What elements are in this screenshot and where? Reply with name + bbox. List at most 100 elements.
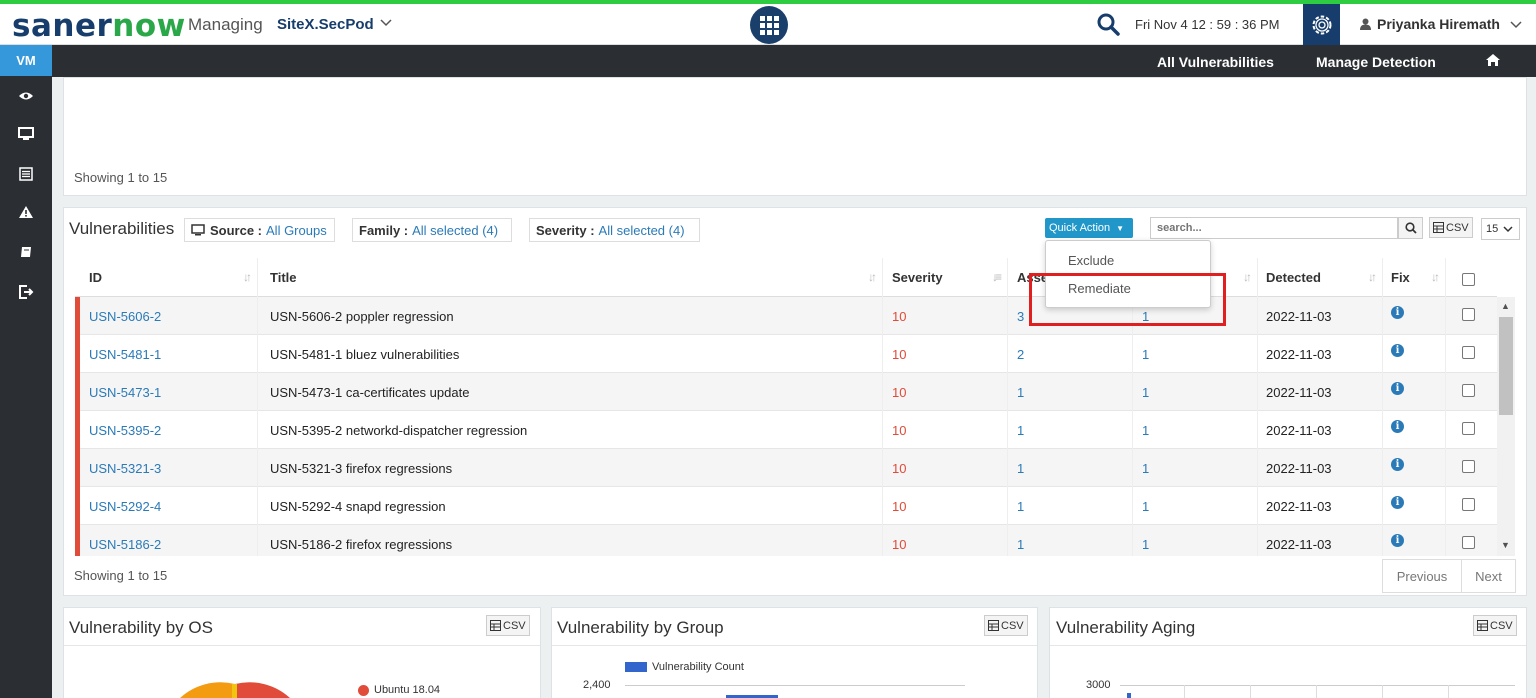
list-icon[interactable] bbox=[16, 164, 36, 184]
info-icon[interactable]: i bbox=[1391, 420, 1404, 433]
remediate-highlight bbox=[1029, 273, 1226, 326]
top-summary-panel bbox=[63, 77, 1527, 196]
settings-button[interactable] bbox=[1303, 4, 1340, 45]
row-checkbox[interactable] bbox=[1462, 384, 1475, 397]
table-row[interactable]: USN-5606-2 USN-5606-2 poppler regression 1… bbox=[75, 297, 1497, 335]
book-icon[interactable] bbox=[16, 242, 36, 262]
vuln-assets-link[interactable]: 1 bbox=[1008, 487, 1133, 525]
csv-export-button[interactable]: CSV bbox=[1429, 217, 1473, 238]
table-icon bbox=[1477, 620, 1488, 631]
fix-info[interactable]: i bbox=[1383, 525, 1446, 556]
vuln-assets-link[interactable]: 1 bbox=[1008, 525, 1133, 556]
page-size-select[interactable]: 15 bbox=[1481, 218, 1520, 240]
scroll-up-icon[interactable]: ▲ bbox=[1501, 301, 1510, 311]
vuln-id-link[interactable]: USN-5186-2 bbox=[75, 525, 258, 556]
source-filter[interactable]: Source : All Groups bbox=[184, 218, 335, 242]
vuln-assets-link[interactable]: 1 bbox=[1008, 449, 1133, 487]
aging-bar bbox=[1127, 693, 1131, 698]
vuln-severity: 10 bbox=[883, 487, 1008, 525]
severity-filter[interactable]: Severity : All selected (4) bbox=[529, 218, 700, 242]
vuln-id-link[interactable]: USN-5473-1 bbox=[75, 373, 258, 411]
vuln-assets-link[interactable]: 2 bbox=[1008, 335, 1133, 373]
fix-info[interactable]: i bbox=[1383, 449, 1446, 487]
csv-export-button[interactable]: CSV bbox=[984, 615, 1028, 636]
row-checkbox[interactable] bbox=[1462, 536, 1475, 549]
col-title[interactable]: Title ↓↑ bbox=[258, 258, 883, 297]
csv-export-button[interactable]: CSV bbox=[1473, 615, 1517, 636]
info-icon[interactable]: i bbox=[1391, 458, 1404, 471]
chevron-down-icon[interactable] bbox=[380, 15, 392, 31]
select-all-checkbox[interactable] bbox=[1462, 273, 1475, 286]
col-id[interactable]: ID ↓↑ bbox=[75, 258, 258, 297]
logout-icon[interactable] bbox=[16, 282, 36, 302]
info-icon[interactable]: i bbox=[1391, 534, 1404, 547]
nav-all-vulnerabilities[interactable]: All Vulnerabilities bbox=[1157, 54, 1274, 70]
vuln-id-link[interactable]: USN-5606-2 bbox=[75, 297, 258, 335]
vuln-groups-link[interactable]: 1 bbox=[1133, 373, 1258, 411]
gridline bbox=[1120, 685, 1515, 686]
vuln-groups-link[interactable]: 1 bbox=[1133, 411, 1258, 449]
sidebar-tab-vm[interactable]: VM bbox=[0, 45, 52, 76]
col-detected[interactable]: Detected ↓↑ bbox=[1258, 258, 1383, 297]
vuln-id-link[interactable]: USN-5292-4 bbox=[75, 487, 258, 525]
user-menu[interactable]: Priyanka Hiremath bbox=[1360, 16, 1522, 32]
row-checkbox[interactable] bbox=[1462, 346, 1475, 359]
scroll-down-icon[interactable]: ▼ bbox=[1501, 540, 1510, 550]
vuln-groups-link[interactable]: 1 bbox=[1133, 525, 1258, 556]
row-checkbox[interactable] bbox=[1462, 308, 1475, 321]
row-select bbox=[1446, 449, 1497, 487]
vuln-id-link[interactable]: USN-5395-2 bbox=[75, 411, 258, 449]
vuln-detected: 2022-11-03 bbox=[1258, 373, 1383, 411]
vuln-id-link[interactable]: USN-5321-3 bbox=[75, 449, 258, 487]
vuln-title: USN-5606-2 poppler regression bbox=[258, 297, 883, 335]
csv-export-button[interactable]: CSV bbox=[486, 615, 530, 636]
next-button[interactable]: Next bbox=[1461, 559, 1516, 593]
vuln-groups-link[interactable]: 1 bbox=[1133, 449, 1258, 487]
col-severity[interactable]: Severity ↓≡ bbox=[883, 258, 1008, 297]
table-row[interactable]: USN-5292-4 USN-5292-4 snapd regression 10 1… bbox=[75, 487, 1497, 525]
fix-info[interactable]: i bbox=[1383, 487, 1446, 525]
table-row[interactable]: USN-5321-3 USN-5321-3 firefox regressions… bbox=[75, 449, 1497, 487]
home-icon[interactable] bbox=[1485, 53, 1501, 70]
table-row[interactable]: USN-5186-2 USN-5186-2 firefox regressions… bbox=[75, 525, 1497, 556]
grid-col bbox=[1250, 685, 1251, 698]
row-checkbox[interactable] bbox=[1462, 422, 1475, 435]
family-filter[interactable]: Family : All selected (4) bbox=[352, 218, 512, 242]
vuln-groups-link[interactable]: 1 bbox=[1133, 487, 1258, 525]
info-icon[interactable]: i bbox=[1391, 344, 1404, 357]
row-checkbox[interactable] bbox=[1462, 498, 1475, 511]
fix-info[interactable]: i bbox=[1383, 335, 1446, 373]
site-selector[interactable]: SiteX.SecPod bbox=[277, 16, 374, 33]
vuln-assets-link[interactable]: 1 bbox=[1008, 411, 1133, 449]
menu-item-exclude[interactable]: Exclude bbox=[1047, 248, 1211, 273]
saner-now-logo[interactable]: sanernow bbox=[12, 8, 186, 44]
table-row[interactable]: USN-5395-2 USN-5395-2 networkd-dispatcher… bbox=[75, 411, 1497, 449]
vuln-severity: 10 bbox=[883, 411, 1008, 449]
vuln-id-link[interactable]: USN-5481-1 bbox=[75, 335, 258, 373]
apps-grid-button[interactable] bbox=[750, 6, 788, 44]
info-icon[interactable]: i bbox=[1391, 306, 1404, 319]
search-input[interactable] bbox=[1150, 217, 1398, 239]
table-row[interactable]: USN-5481-1 USN-5481-1 bluez vulnerabiliti… bbox=[75, 335, 1497, 373]
fix-info[interactable]: i bbox=[1383, 373, 1446, 411]
info-icon[interactable]: i bbox=[1391, 496, 1404, 509]
vuln-assets-link[interactable]: 1 bbox=[1008, 373, 1133, 411]
eye-icon[interactable] bbox=[16, 86, 36, 106]
table-scrollbar[interactable]: ▲ ▼ bbox=[1497, 297, 1515, 556]
vuln-detected: 2022-11-03 bbox=[1258, 335, 1383, 373]
quick-action-button[interactable]: Quick Action ▼ bbox=[1045, 218, 1133, 238]
warning-icon[interactable] bbox=[16, 202, 36, 222]
vuln-groups-link[interactable]: 1 bbox=[1133, 335, 1258, 373]
previous-button[interactable]: Previous bbox=[1382, 559, 1462, 593]
search-button[interactable] bbox=[1398, 217, 1423, 239]
monitor-icon[interactable] bbox=[16, 124, 36, 144]
info-icon[interactable]: i bbox=[1391, 382, 1404, 395]
nav-manage-detection[interactable]: Manage Detection bbox=[1316, 54, 1436, 70]
table-row[interactable]: USN-5473-1 USN-5473-1 ca-certificates upd… bbox=[75, 373, 1497, 411]
fix-info[interactable]: i bbox=[1383, 297, 1446, 335]
fix-info[interactable]: i bbox=[1383, 411, 1446, 449]
row-checkbox[interactable] bbox=[1462, 460, 1475, 473]
search-icon[interactable] bbox=[1096, 12, 1122, 38]
col-fix[interactable]: Fix ↓↑ bbox=[1383, 258, 1446, 297]
scrollbar-thumb[interactable] bbox=[1499, 317, 1513, 415]
